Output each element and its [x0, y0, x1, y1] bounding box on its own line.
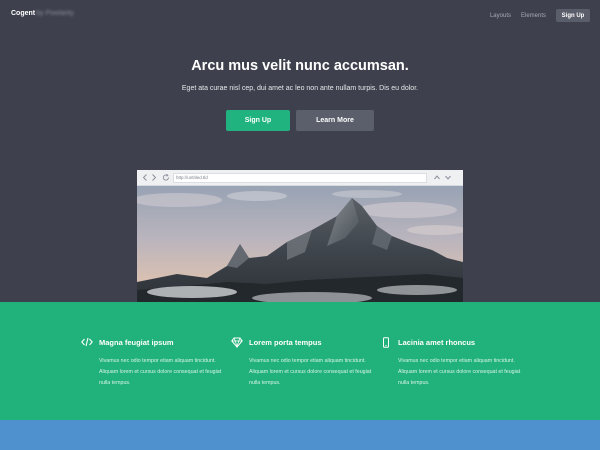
feature-description: Vivamus nec odio tempor etiam aliquam ti…: [398, 358, 521, 386]
browser-mockup: http://untitled.tld: [137, 170, 463, 302]
hero-title: Arcu mus velit nunc accumsan.: [191, 58, 409, 74]
chevron-left-icon[interactable]: [142, 173, 148, 182]
feature-title: Lorem porta tempus: [249, 337, 322, 347]
brand-suffix: by Pixelarity: [36, 10, 74, 17]
nav-signup-button[interactable]: Sign Up: [556, 9, 590, 22]
feature-title: Lacinia amet rhoncus: [398, 337, 476, 347]
diamond-icon: [231, 336, 243, 348]
chevron-down-icon[interactable]: [444, 173, 452, 182]
next-section: [0, 420, 600, 450]
address-bar[interactable]: http://untitled.tld: [173, 173, 427, 183]
chevron-right-icon[interactable]: [151, 173, 157, 182]
browser-toolbar: http://untitled.tld: [137, 170, 463, 186]
mountain-image: [137, 186, 463, 302]
hero-section: Cogentby Pixelarity Layouts Elements Sig…: [0, 0, 600, 302]
signup-button[interactable]: Sign Up: [226, 110, 290, 131]
nav-link-elements[interactable]: Elements: [521, 13, 546, 19]
brand-logo[interactable]: Cogentby Pixelarity: [11, 10, 74, 17]
reload-icon[interactable]: [162, 173, 170, 182]
feature-title: Magna feugiat ipsum: [99, 337, 174, 347]
hero-subtitle: Eget ata curae nisl cep, dui amet ac leo…: [181, 85, 419, 92]
feature-item: Magna feugiat ipsum Vivamus nec odio tem…: [81, 336, 221, 389]
nav-link-layouts[interactable]: Layouts: [490, 13, 511, 19]
mobile-icon: [380, 336, 392, 348]
feature-item: Lacinia amet rhoncus Vivamus nec odio te…: [380, 336, 520, 389]
brand-name: Cogent: [11, 10, 36, 17]
top-nav: Layouts Elements Sign Up: [490, 9, 590, 22]
feature-description: Vivamus nec odio tempor etiam aliquam ti…: [249, 358, 372, 386]
code-icon: [81, 336, 93, 348]
feature-description: Vivamus nec odio tempor etiam aliquam ti…: [99, 358, 222, 386]
feature-item: Lorem porta tempus Vivamus nec odio temp…: [231, 336, 371, 389]
features-section: Magna feugiat ipsum Vivamus nec odio tem…: [0, 302, 600, 420]
chevron-up-icon[interactable]: [433, 173, 441, 182]
learn-more-button[interactable]: Learn More: [296, 110, 374, 131]
